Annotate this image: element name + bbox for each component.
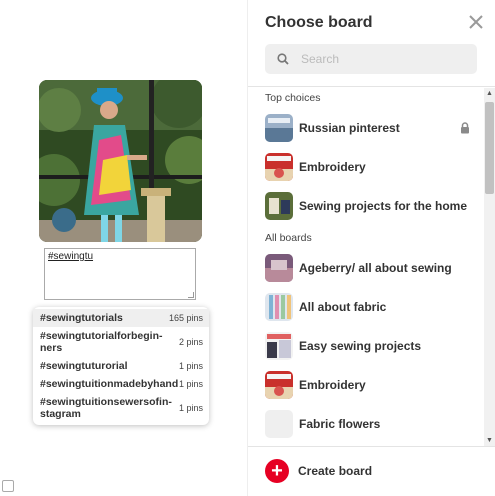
panel-title: Choose board <box>265 14 373 31</box>
suggestion-tag: #sewingtutorials <box>40 312 123 324</box>
hashtag-suggestions: #sewingtutorials 165 pins #sewingtutoria… <box>33 307 209 425</box>
suggestion-count: 165 pins <box>168 313 203 323</box>
board-thumbnail <box>265 293 293 321</box>
pin-description-field[interactable]: #sewingtu <box>44 248 196 300</box>
board-name: Embroidery <box>299 160 366 174</box>
board-name: Sewing projects for the home <box>299 199 468 213</box>
scroll-up-arrow-icon[interactable]: ▲ <box>484 88 495 99</box>
board-item[interactable]: All about fabric <box>265 292 470 322</box>
suggestion-tag: #sewingtuitionmadebyhand <box>40 378 179 390</box>
search-icon <box>277 53 289 65</box>
board-item[interactable]: Easy sewing projects <box>265 331 470 361</box>
board-search[interactable] <box>265 44 477 74</box>
suggestion-item[interactable]: #sewingtutorialforbegin-ners 2 pins <box>33 327 209 357</box>
board-name: Embroidery <box>299 378 366 392</box>
suggestion-tag: #sewingtutorialforbegin-ners <box>40 330 163 354</box>
pin-description-text: #sewingtu <box>48 251 94 262</box>
suggestion-count: 1 pins <box>178 361 203 371</box>
choose-board-panel: Choose board Top choices Russian pintere… <box>247 0 495 496</box>
board-name: All about fabric <box>299 300 387 314</box>
board-list-scrollbar[interactable]: ▲ ▼ <box>484 88 495 446</box>
all-boards-label: All boards <box>265 232 312 244</box>
suggestion-item[interactable]: #sewingtuitionsewersofin-stagram 1 pins <box>33 393 209 423</box>
create-board-button[interactable]: + Create board <box>265 459 372 483</box>
scroll-down-arrow-icon[interactable]: ▼ <box>484 435 495 446</box>
board-name: Fabric flowers <box>299 417 381 431</box>
board-name: Ageberry/ all about sewing <box>299 261 452 275</box>
board-item[interactable]: Embroidery <box>265 152 470 182</box>
pin-image <box>39 80 202 242</box>
board-item[interactable]: Russian pinterest <box>265 113 470 143</box>
checkbox[interactable] <box>2 480 14 492</box>
create-board-label: Create board <box>298 464 373 478</box>
lock-icon <box>461 122 469 134</box>
divider <box>248 446 495 447</box>
plus-icon: + <box>265 459 289 483</box>
suggestion-tag: #sewingtuturorial <box>40 360 128 372</box>
board-name: Easy sewing projects <box>299 339 422 353</box>
board-thumbnail <box>265 192 293 220</box>
board-thumbnail <box>265 332 293 360</box>
close-icon <box>469 15 483 29</box>
board-thumbnail <box>265 153 293 181</box>
suggestion-item[interactable]: #sewingtuturorial 1 pins <box>33 357 209 375</box>
suggestion-count: 1 pins <box>178 403 203 413</box>
suggestion-item[interactable]: #sewingtuitionmadebyhand 1 pins <box>33 375 209 393</box>
board-thumbnail <box>265 410 293 438</box>
board-item[interactable]: Embroidery <box>265 370 470 400</box>
board-item[interactable]: Sewing projects for the home <box>265 191 470 221</box>
board-item[interactable]: Ageberry/ all about sewing <box>265 253 470 283</box>
board-thumbnail <box>265 114 293 142</box>
board-thumbnail <box>265 254 293 282</box>
search-input[interactable] <box>301 52 471 66</box>
suggestion-tag: #sewingtuitionsewersofin-stagram <box>40 396 172 420</box>
top-choices-label: Top choices <box>265 92 321 104</box>
page: #sewingtu #sewingtutorials 165 pins #sew… <box>0 0 495 496</box>
suggestion-count: 1 pins <box>178 379 203 389</box>
divider <box>248 86 495 87</box>
close-button[interactable] <box>467 13 485 31</box>
suggestion-item[interactable]: #sewingtutorials 165 pins <box>33 309 209 327</box>
suggestion-count: 2 pins <box>178 337 203 347</box>
scrollbar-thumb[interactable] <box>485 102 494 194</box>
board-name: Russian pinterest <box>299 121 400 135</box>
board-thumbnail <box>265 371 293 399</box>
resize-handle[interactable] <box>188 292 194 298</box>
board-item[interactable]: Fabric flowers <box>265 409 470 439</box>
